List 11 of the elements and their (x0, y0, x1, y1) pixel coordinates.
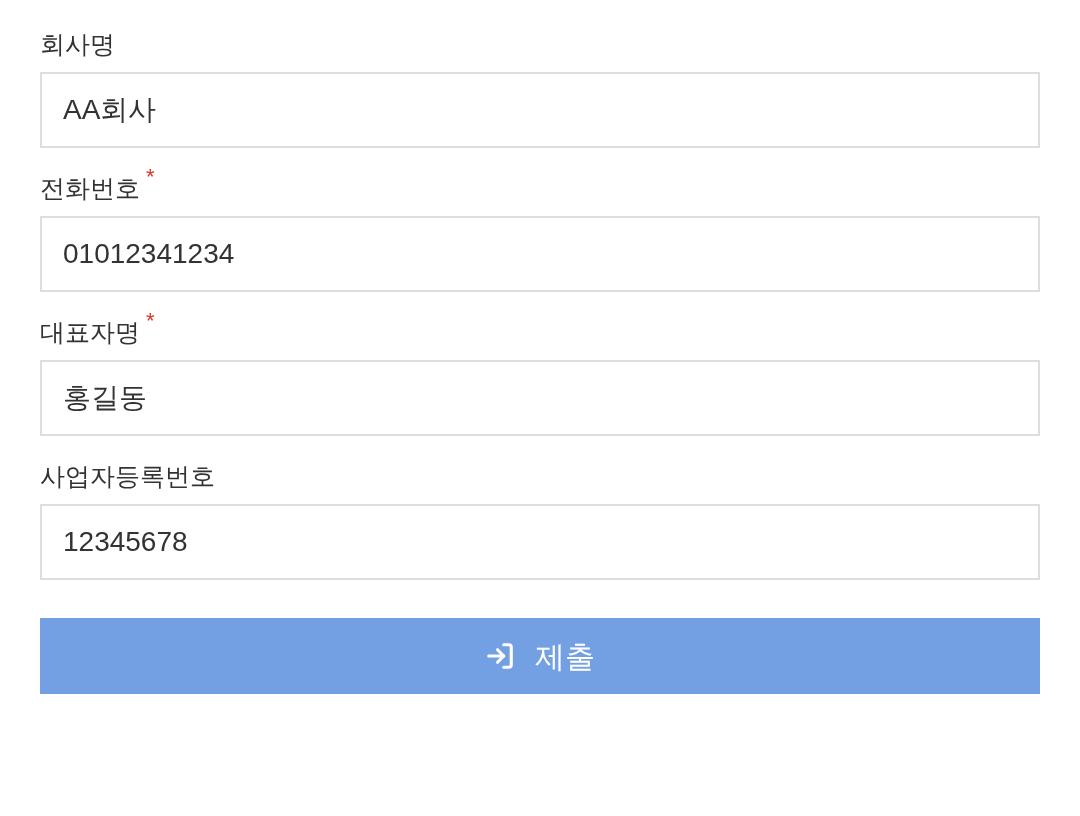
field-label: 전화번호 (40, 173, 140, 204)
field-label: 대표자명 (40, 317, 140, 348)
required-mark: * (146, 166, 155, 188)
input-field[interactable]: AA회사 (40, 72, 1040, 148)
field-label: 사업자등록번호 (40, 461, 215, 492)
required-mark: * (146, 310, 155, 332)
sign-in-icon (485, 641, 515, 671)
field-label: 회사명 (40, 29, 115, 60)
input-field[interactable]: 홍길동 (40, 360, 1040, 436)
input-field[interactable]: 01012341234 (40, 216, 1040, 292)
input-field[interactable]: 12345678 (40, 504, 1040, 580)
